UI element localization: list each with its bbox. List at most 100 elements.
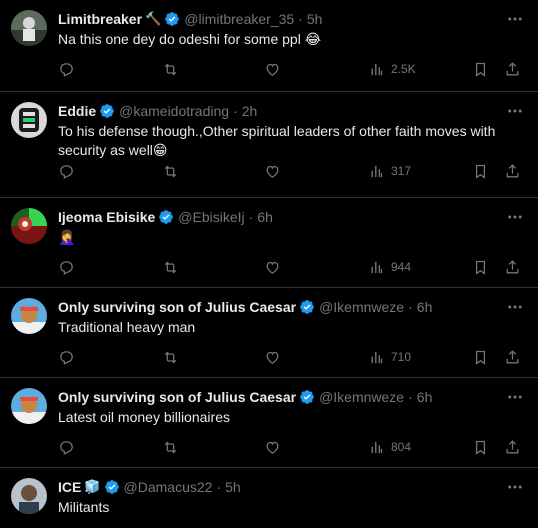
- retweet-icon: [164, 441, 177, 453]
- views-button[interactable]: 804: [368, 437, 411, 457]
- verified-badge-icon: [300, 390, 314, 404]
- tweet[interactable]: Only surviving son of Julius Caesar @Ike…: [0, 288, 538, 378]
- avatar[interactable]: [11, 208, 47, 244]
- reply-icon: [60, 350, 73, 365]
- handle[interactable]: @limitbreaker_35: [184, 10, 294, 28]
- more-icon[interactable]: [506, 10, 524, 28]
- like-button[interactable]: [264, 59, 281, 79]
- handle[interactable]: @Ikemnweze: [319, 388, 404, 406]
- avatar[interactable]: [11, 478, 47, 514]
- share-button[interactable]: [504, 347, 521, 367]
- bookmark-button[interactable]: [472, 257, 489, 277]
- avatar[interactable]: [11, 102, 47, 138]
- timestamp[interactable]: 6h: [417, 298, 433, 316]
- display-name[interactable]: Ijeoma Ebisike: [58, 208, 155, 226]
- like-button[interactable]: [264, 347, 281, 367]
- separator-dot: ·: [408, 299, 413, 315]
- tweet[interactable]: ICE 🧊 @Damacus22 · 5h Militants: [0, 468, 538, 528]
- verified-badge-icon: [300, 300, 314, 314]
- timestamp[interactable]: 6h: [417, 388, 433, 406]
- bookmark-icon: [475, 164, 486, 179]
- share-icon: [506, 439, 519, 453]
- retweet-button[interactable]: [162, 161, 179, 181]
- timeline-feed: Limitbreaker 🔨 @limitbreaker_35 · 5h Na …: [0, 0, 538, 528]
- reply-button[interactable]: [58, 347, 75, 367]
- share-button[interactable]: [504, 161, 521, 181]
- timestamp[interactable]: 5h: [307, 10, 323, 28]
- tweet[interactable]: Eddie @kameidotrading · 2h To his defens…: [0, 92, 538, 198]
- verified-badge-icon: [104, 480, 119, 494]
- handle[interactable]: @Ikemnweze: [319, 298, 404, 316]
- display-name[interactable]: ICE: [58, 478, 81, 496]
- view-count: 944: [391, 260, 412, 274]
- like-button[interactable]: [264, 257, 281, 277]
- reply-button[interactable]: [58, 59, 75, 79]
- share-icon: [506, 61, 519, 75]
- display-name[interactable]: Only surviving son of Julius Caesar: [58, 298, 296, 316]
- name-emoji: 🧊: [84, 479, 101, 494]
- retweet-button[interactable]: [162, 347, 179, 367]
- handle[interactable]: @Damacus22: [124, 478, 213, 496]
- timestamp[interactable]: 5h: [225, 478, 241, 496]
- bookmark-button[interactable]: [472, 59, 489, 79]
- views-icon: [371, 63, 383, 75]
- reply-button[interactable]: [58, 437, 75, 457]
- more-icon[interactable]: [506, 208, 524, 226]
- retweet-button[interactable]: [162, 437, 179, 457]
- display-name[interactable]: Limitbreaker: [58, 10, 142, 28]
- share-button[interactable]: [504, 437, 521, 457]
- like-icon: [266, 165, 279, 178]
- more-icon[interactable]: [506, 102, 524, 120]
- avatar[interactable]: [11, 388, 47, 424]
- verified-badge-icon: [100, 104, 114, 118]
- handle[interactable]: @EbisikeIj: [178, 208, 244, 226]
- view-count: 804: [391, 440, 412, 454]
- tweet[interactable]: Only surviving son of Julius Caesar @Ike…: [0, 378, 538, 468]
- handle[interactable]: @kameidotrading: [119, 102, 229, 120]
- reply-icon: [60, 164, 73, 179]
- share-button[interactable]: [504, 59, 521, 79]
- bookmark-button[interactable]: [472, 161, 489, 181]
- views-button[interactable]: 944: [368, 257, 411, 277]
- reply-button[interactable]: [58, 257, 75, 277]
- retweet-button[interactable]: [162, 257, 179, 277]
- more-icon[interactable]: [506, 478, 524, 496]
- action-bar: 2.5K: [58, 59, 522, 79]
- avatar[interactable]: [11, 10, 47, 46]
- display-name[interactable]: Eddie: [58, 102, 96, 120]
- separator-dot: ·: [298, 11, 303, 27]
- separator-dot: ·: [408, 389, 413, 405]
- tweet[interactable]: Ijeoma Ebisike @EbisikeIj · 6h 🤦‍♀️ 944: [0, 198, 538, 288]
- share-button[interactable]: [504, 257, 521, 277]
- timestamp[interactable]: 2h: [242, 102, 258, 120]
- views-button[interactable]: 2.5K: [368, 59, 416, 79]
- avatar[interactable]: [11, 298, 47, 334]
- views-button[interactable]: 710: [368, 347, 411, 367]
- views-button[interactable]: 317: [368, 161, 411, 181]
- like-button[interactable]: [264, 437, 281, 457]
- retweet-button[interactable]: [162, 59, 179, 79]
- view-count: 317: [391, 164, 412, 178]
- bookmark-button[interactable]: [472, 347, 489, 367]
- separator-dot: ·: [233, 103, 238, 119]
- name-emoji: 🔨: [145, 11, 162, 26]
- separator-dot: ·: [248, 209, 254, 225]
- tweet[interactable]: Limitbreaker 🔨 @limitbreaker_35 · 5h Na …: [0, 0, 538, 92]
- display-name[interactable]: Only surviving son of Julius Caesar: [58, 388, 296, 406]
- bookmark-icon: [475, 260, 486, 275]
- bookmark-button[interactable]: [472, 437, 489, 457]
- like-button[interactable]: [264, 161, 281, 181]
- tweet-text: 🤦‍♀️: [58, 229, 76, 245]
- share-icon: [506, 163, 519, 177]
- more-icon[interactable]: [506, 298, 524, 316]
- timestamp[interactable]: 6h: [257, 208, 273, 226]
- like-icon: [266, 261, 279, 274]
- action-bar: 804: [58, 437, 522, 457]
- tweet-text: Na this one dey do odeshi for some ppl 😂: [58, 31, 322, 47]
- action-bar: 317: [58, 161, 522, 181]
- more-icon[interactable]: [506, 388, 524, 406]
- retweet-icon: [164, 165, 177, 177]
- tweet-text: Latest oil money billionaires: [58, 409, 230, 425]
- reply-button[interactable]: [58, 161, 75, 181]
- retweet-icon: [164, 261, 177, 273]
